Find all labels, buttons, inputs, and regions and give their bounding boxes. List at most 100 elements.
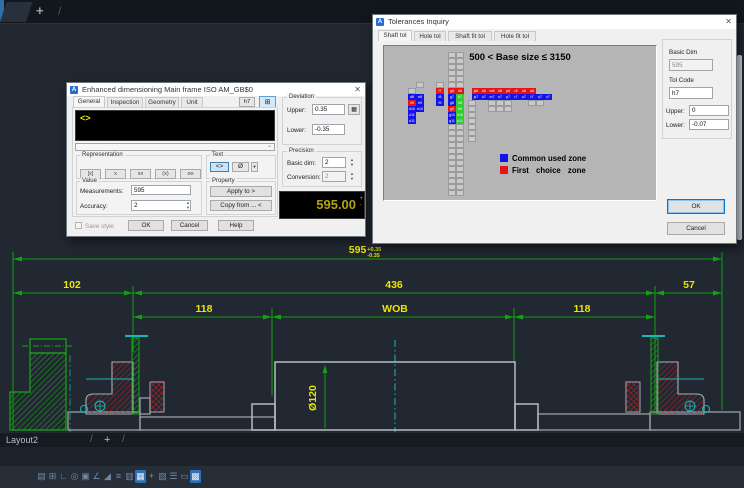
tolerance-cell[interactable] [496, 106, 504, 112]
dimension-token: <> [80, 113, 91, 123]
upper-deviation-input[interactable]: 0.35 [312, 104, 345, 115]
basic-dim-spinner[interactable]: ▲▼ [348, 158, 356, 167]
snap-mode-icon[interactable]: ⊞ [47, 470, 58, 483]
dim-436: 436 [385, 279, 403, 291]
dimension-text-combobox[interactable]: ⌄ [75, 143, 275, 151]
basic-dim-input: 595 [669, 59, 713, 71]
preview-tolerance: +- [359, 196, 363, 208]
transparency-icon[interactable]: ▥ [124, 470, 135, 483]
chevron-down-icon: ⌄ [267, 142, 272, 151]
conversion-spinner: ▲▼ [348, 172, 356, 181]
tab-hole-tol[interactable]: Hole tol [414, 31, 446, 41]
copy-from-button[interactable]: Copy from ... < [210, 200, 272, 211]
tolerance-cell[interactable] [416, 82, 424, 88]
cancel-button[interactable]: Cancel [667, 222, 725, 235]
status-bar: ▤⊞∟◎▣∠◢≡▥▦+▧☰▭▩ [0, 466, 744, 488]
tolerance-cell[interactable] [504, 106, 512, 112]
cancel-button[interactable]: Cancel [171, 220, 208, 231]
drawing-tab[interactable] [0, 2, 32, 22]
legend-first-label: First choice zone [512, 166, 586, 175]
basic-dim-input[interactable]: 2 [322, 157, 346, 168]
dialog-title-bar[interactable]: A Tolerances Inquiry ✕ [373, 15, 736, 29]
tab-general[interactable]: General [73, 96, 105, 107]
tab-hole-fit-tol[interactable]: Hole fit tol [494, 31, 536, 41]
representation-button[interactable]: (x) [155, 169, 176, 179]
tolerance-cell[interactable]: s7 [520, 94, 528, 100]
tolerance-cell[interactable] [468, 136, 476, 142]
polar-tracking-icon[interactable]: ◎ [69, 470, 80, 483]
tab-geometry[interactable]: Geometry [145, 97, 179, 107]
representation-label: Representation [80, 152, 125, 158]
upper-value-input[interactable]: 0 [689, 105, 729, 116]
tolerance-cell[interactable]: e10 [416, 106, 424, 112]
tab-inspection[interactable]: Inspection [107, 97, 143, 107]
dim-diameter: Ø120 [307, 385, 319, 411]
tolerance-cell[interactable] [536, 100, 544, 106]
enhanced-dimensioning-dialog: A Enhanced dimensioning Main frame ISO A… [66, 82, 366, 237]
lower-value-input[interactable]: -0.07 [689, 119, 729, 130]
measurements-input[interactable]: 595 [131, 185, 191, 195]
save-style-checkbox[interactable] [75, 222, 82, 229]
tolerance-cell[interactable] [488, 106, 496, 112]
property-label: Property [210, 178, 237, 184]
tolerance-cell[interactable]: v7 [544, 94, 552, 100]
dynamic-input-icon[interactable]: ▧ [157, 470, 168, 483]
close-icon[interactable]: ✕ [725, 15, 732, 29]
calculator-icon[interactable]: ▦ [348, 104, 360, 115]
representation-button[interactable]: oo [180, 169, 201, 179]
representation-button[interactable]: x [105, 169, 126, 179]
text-token-button[interactable]: <> [210, 162, 229, 172]
object-snap-tracking-icon[interactable]: ∠ [91, 470, 102, 483]
dynamic-ucs-icon[interactable]: + [146, 470, 157, 483]
lineweight-icon[interactable]: ≡ [113, 470, 124, 483]
accuracy-spinner[interactable]: ▲▼ [184, 201, 192, 210]
dialog-title-bar[interactable]: A Enhanced dimensioning Main frame ISO A… [67, 83, 365, 96]
tolerances-inquiry-dialog: A Tolerances Inquiry ✕ Shaft tol Hole to… [372, 14, 737, 244]
lower-deviation-input[interactable]: -0.35 [312, 124, 345, 135]
ok-button[interactable]: OK [667, 199, 725, 214]
selection-cycling-icon[interactable]: ▦ [135, 470, 146, 483]
tolerance-zone-chart: 500 < Base size ≤ 3150 g6h6g7h7g8h8g9h9g… [383, 45, 657, 201]
new-layout-button[interactable]: + [104, 434, 110, 446]
tol-code-input[interactable]: h7 [669, 87, 713, 99]
tolerance-cell[interactable] [528, 100, 536, 106]
tolerance-cell[interactable]: k7 [480, 94, 488, 100]
ok-button[interactable]: OK [128, 220, 164, 231]
tolerance-cell[interactable]: r7 [512, 94, 520, 100]
tolerance-cell[interactable] [448, 190, 456, 196]
grid-display-icon[interactable]: ▤ [36, 470, 47, 483]
application-window: 595+0.35-0.35 102 436 57 118 WOB 118 Ø12… [0, 0, 744, 488]
annotation-visibility-icon[interactable]: ☰ [168, 470, 179, 483]
layout-tab-layout2[interactable]: Layout2 [6, 435, 38, 445]
layout-separator: / [90, 434, 93, 445]
help-button[interactable]: Help [218, 220, 254, 231]
isometric-drafting-icon[interactable]: ▣ [80, 470, 91, 483]
ortho-mode-icon[interactable]: ∟ [58, 470, 69, 483]
layout-tab-bar: Layout2 / + / [0, 433, 744, 447]
command-line-strip[interactable] [0, 447, 744, 466]
tolerance-chart-cells: g6h6g7h7g8h8g9h9g10h10g11h11d8e8d9e9d10e… [384, 46, 656, 200]
diameter-symbol-button[interactable]: Ø [232, 162, 249, 172]
tolerance-cell[interactable] [456, 190, 464, 196]
tab-unit[interactable]: Unit [181, 97, 203, 107]
tab-shaft-fit-tol[interactable]: Shaft fit tol [448, 31, 492, 41]
workspace-switching-icon[interactable]: ▩ [190, 470, 201, 483]
tolerance-cell[interactable]: f9 [436, 100, 444, 106]
autoscale-icon[interactable]: ▭ [179, 470, 190, 483]
app-logo-icon: A [376, 18, 384, 26]
apply-to-button[interactable]: Apply to > [210, 186, 272, 197]
symbol-dropdown-button[interactable]: ▾ [251, 162, 258, 172]
object-snap-icon[interactable]: ◢ [102, 470, 113, 483]
dialog-title: Tolerances Inquiry [388, 15, 449, 29]
close-icon[interactable]: ✕ [354, 83, 361, 96]
new-drawing-tab-button[interactable]: + [36, 3, 44, 18]
preview-value: 595.00 [316, 197, 356, 212]
accuracy-input[interactable]: 2 [131, 200, 191, 211]
app-logo-icon: A [70, 86, 78, 94]
canvas-scrollbar[interactable] [737, 55, 742, 240]
basic-dim-label: Basic Dim [669, 49, 697, 56]
representation-button[interactable]: xx [130, 169, 151, 179]
tolerance-cell[interactable]: d11 [408, 118, 416, 124]
tab-shaft-tol[interactable]: Shaft tol [378, 30, 412, 41]
tolerance-code-button[interactable]: h7 [239, 97, 255, 107]
